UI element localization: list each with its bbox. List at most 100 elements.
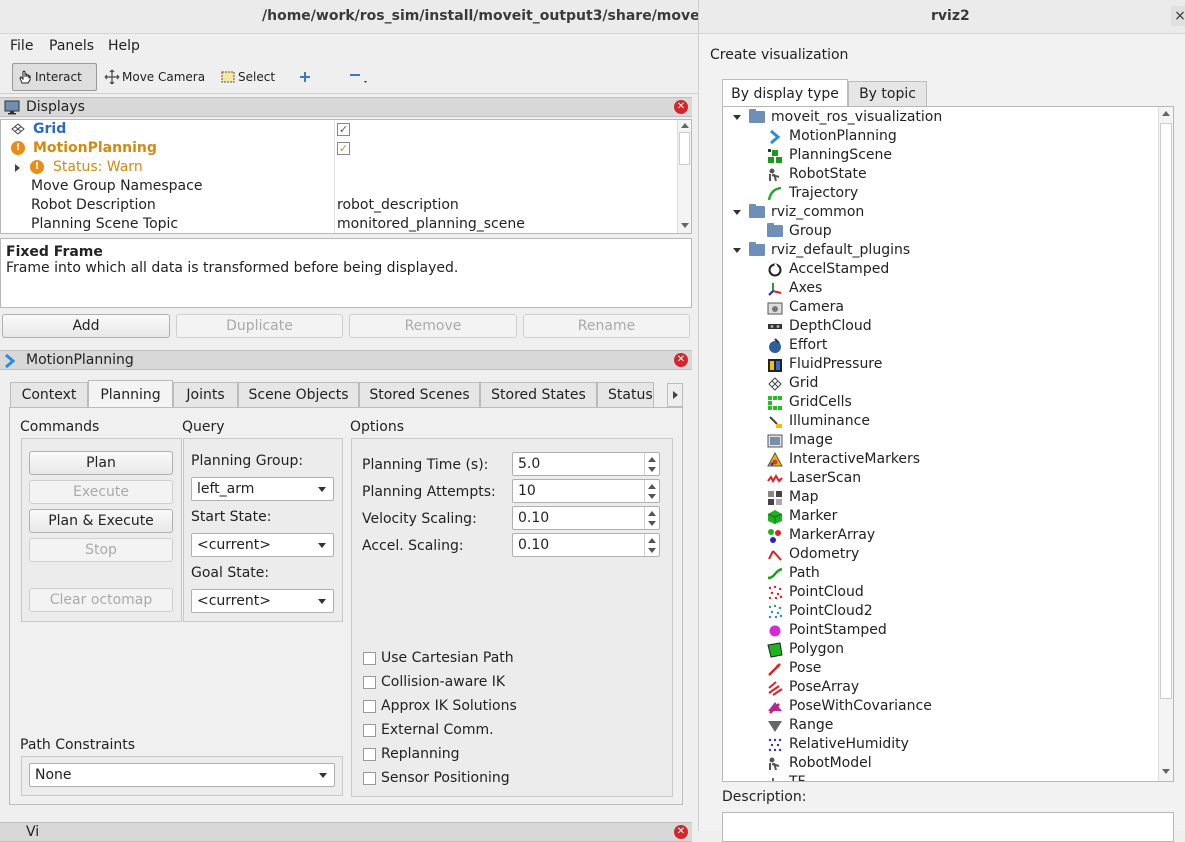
planning-scene-icon — [768, 149, 782, 163]
replanning-checkbox[interactable] — [363, 748, 376, 761]
execute-button[interactable]: Execute — [29, 480, 173, 504]
close-icon[interactable]: ✕ — [674, 100, 688, 114]
robot-description-value[interactable]: robot_description — [337, 197, 459, 213]
external-comm-checkbox[interactable] — [363, 724, 376, 737]
tree-row-scene-topic[interactable]: Planning Scene Topic monitored_planning_… — [1, 215, 677, 234]
spin-up-icon[interactable] — [648, 484, 656, 489]
spin-up-icon[interactable] — [648, 538, 656, 543]
display-type-scrollbar[interactable] — [1158, 107, 1173, 781]
minus-icon — [350, 74, 367, 83]
tree-row-grid[interactable]: Grid ✓ — [1, 120, 677, 139]
expand-arrow-icon[interactable] — [15, 164, 20, 172]
goal-state-label: Goal State: — [191, 565, 270, 581]
display-type-label: Grid — [789, 375, 819, 391]
point-cloud2-icon — [768, 604, 783, 619]
stop-button[interactable]: Stop — [29, 538, 173, 562]
plan-execute-button[interactable]: Plan & Execute — [29, 509, 173, 533]
spin-down-icon[interactable] — [648, 467, 656, 472]
select-tool-button[interactable]: Select — [216, 63, 279, 91]
tab-stored-scenes[interactable]: Stored Scenes — [359, 382, 480, 408]
velocity-scaling-spinbox[interactable]: 0.10 — [512, 506, 660, 530]
add-button[interactable]: Add — [2, 314, 170, 338]
views-panel-header: Vi ✕ — [0, 822, 692, 842]
display-type-label: Trajectory — [789, 185, 859, 201]
chevron-down-icon — [318, 543, 326, 548]
rename-button[interactable]: Rename — [523, 314, 690, 338]
tab-by-display-type[interactable]: By display type — [722, 79, 848, 108]
motionplanning-icon — [5, 353, 16, 369]
move-camera-tool-button[interactable]: Move Camera — [100, 63, 209, 91]
move-camera-icon — [104, 69, 120, 85]
display-type-tree: moveit_ros_visualization MotionPlanning Pl… — [722, 106, 1174, 782]
expand-arrow-icon[interactable] — [733, 248, 741, 253]
tab-by-topic[interactable]: By topic — [848, 81, 927, 107]
query-title: Query — [182, 419, 225, 435]
approx-ik-checkbox[interactable] — [363, 700, 376, 713]
displays-title: Displays — [26, 99, 85, 115]
interactive-markers-icon — [767, 452, 783, 467]
plan-button[interactable]: Plan — [29, 451, 173, 475]
planning-group-select[interactable]: left_arm — [191, 477, 334, 501]
motionplanning-checkbox[interactable]: ✓ — [337, 142, 350, 155]
path-constraints-select[interactable]: None — [29, 763, 335, 787]
menu-help[interactable]: Help — [108, 38, 140, 54]
marker-icon — [767, 510, 783, 524]
velocity-scaling-value: 0.10 — [518, 510, 550, 526]
tab-status[interactable]: Status — [597, 382, 654, 408]
cartesian-path-label: Use Cartesian Path — [381, 650, 514, 666]
displays-scrollbar[interactable] — [677, 120, 691, 233]
depth-cloud-icon — [768, 324, 782, 329]
tree-row-motionplanning[interactable]: ! MotionPlanning ✓ — [1, 139, 677, 158]
goal-state-value: <current> — [197, 593, 271, 609]
spin-down-icon[interactable] — [648, 494, 656, 499]
clear-octomap-button[interactable]: Clear octomap — [29, 588, 173, 612]
description-area — [722, 812, 1174, 842]
collision-aware-ik-checkbox[interactable] — [363, 676, 376, 689]
spin-up-icon[interactable] — [648, 457, 656, 462]
display-type-label: Range — [789, 717, 834, 733]
spin-down-icon[interactable] — [648, 521, 656, 526]
spin-down-icon[interactable] — [648, 548, 656, 553]
grid-checkbox[interactable]: ✓ — [337, 123, 350, 136]
tab-joints[interactable]: Joints — [173, 382, 238, 408]
tab-stored-states[interactable]: Stored States — [480, 382, 597, 408]
display-type-label: DepthCloud — [789, 318, 872, 334]
planning-attempts-spinbox[interactable]: 10 — [512, 479, 660, 503]
tree-row-status[interactable]: ! Status: Warn — [1, 158, 677, 177]
remove-tool-button[interactable] — [341, 63, 375, 91]
relative-humidity-icon — [768, 738, 782, 752]
accel-scaling-value: 0.10 — [518, 537, 550, 553]
tab-context[interactable]: Context — [10, 382, 88, 408]
display-type-label: FluidPressure — [789, 356, 883, 372]
planning-time-spinbox[interactable]: 5.0 — [512, 452, 660, 476]
camera-icon — [767, 302, 783, 315]
dialog-heading: Create visualization — [710, 47, 849, 63]
tree-row-robot-description[interactable]: Robot Description robot_description — [1, 196, 677, 215]
menu-file[interactable]: File — [10, 38, 33, 54]
sensor-positioning-checkbox[interactable] — [363, 772, 376, 785]
tab-planning[interactable]: Planning — [88, 380, 173, 407]
replanning-label: Replanning — [381, 746, 460, 762]
remove-button[interactable]: Remove — [349, 314, 517, 338]
tab-scene-objects[interactable]: Scene Objects — [238, 382, 359, 408]
cartesian-path-checkbox[interactable] — [363, 652, 376, 665]
interact-tool-button[interactable]: Interact — [12, 63, 97, 91]
close-icon[interactable]: ✕ — [674, 353, 688, 367]
expand-arrow-icon[interactable] — [733, 210, 741, 215]
add-tool-button[interactable] — [293, 63, 319, 91]
scene-topic-label: Planning Scene Topic — [31, 216, 179, 232]
tab-scroll-right-button[interactable] — [667, 383, 683, 407]
accel-stamped-icon — [768, 263, 782, 277]
accel-scaling-spinbox[interactable]: 0.10 — [512, 533, 660, 557]
duplicate-button[interactable]: Duplicate — [176, 314, 343, 338]
close-icon[interactable]: ✕ — [674, 825, 688, 839]
expand-arrow-icon[interactable] — [733, 115, 741, 120]
menu-panels[interactable]: Panels — [49, 38, 94, 54]
scene-topic-value[interactable]: monitored_planning_scene — [337, 216, 525, 232]
dialog-close-button[interactable]: × — [1171, 6, 1185, 26]
chevron-down-icon — [318, 599, 326, 604]
spin-up-icon[interactable] — [648, 511, 656, 516]
tree-row-namespace[interactable]: Move Group Namespace — [1, 177, 677, 196]
start-state-select[interactable]: <current> — [191, 533, 334, 557]
goal-state-select[interactable]: <current> — [191, 589, 334, 613]
